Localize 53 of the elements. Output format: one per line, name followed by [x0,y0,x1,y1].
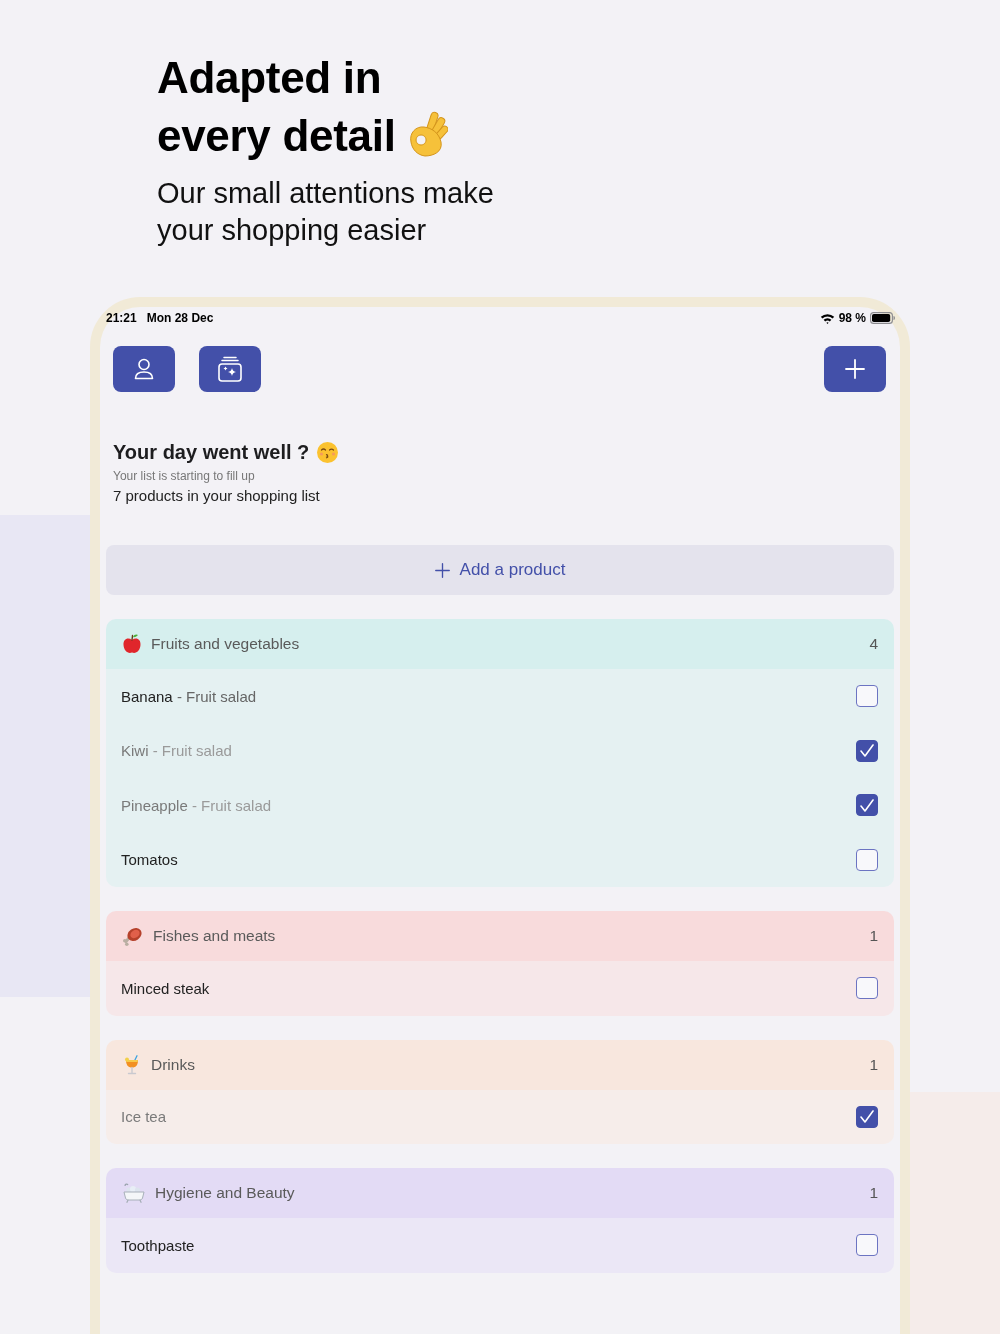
category-header[interactable]: Fruits and vegetables 4 [106,619,894,669]
status-time: 21:21 [106,311,137,325]
person-icon [134,358,154,380]
item-label: Tomatos [121,851,178,869]
category-title: Drinks [151,1055,195,1074]
check-icon [860,798,874,812]
add-product-button[interactable]: Add a product [106,545,894,595]
item-label: Ice tea [121,1108,167,1126]
item-count: 1 [869,1055,878,1074]
wifi-icon [819,312,835,324]
checkbox[interactable] [856,685,878,708]
battery-icon [870,312,895,324]
status-date: Mon 28 Dec [146,311,214,325]
checkbox[interactable] [856,1105,878,1128]
greeting-subtitle: Your list is starting to fill up [113,468,256,484]
sparkle-box-icon [218,356,242,382]
collection-button[interactable] [199,346,261,392]
item-label: Banana - Fruit salad [121,687,257,705]
item-label: Kiwi - Fruit salad [121,742,232,760]
headline-title: Adapted in every detail [157,53,396,160]
profile-button[interactable] [113,346,175,392]
plus-icon [845,359,865,379]
item-count: 1 [869,927,878,945]
product-count-text: 7 products in your shopping list [113,486,321,506]
meat-on-bone-icon [123,926,143,946]
checkbox[interactable] [856,848,878,871]
check-icon [860,744,874,758]
item-label: Pineapple - Fruit salad [121,796,272,814]
checkbox[interactable] [856,1234,878,1257]
category-title: Fruits and vegetables [151,635,300,653]
check-icon [860,1110,874,1124]
battery-percentage: 98 % [838,311,866,325]
category-title: Fishes and meats [153,927,276,945]
category-header[interactable]: Fishes and meats 1 [106,911,894,961]
add-button[interactable] [824,346,886,392]
category-header[interactable]: Hygiene and Beauty 1 [106,1168,894,1218]
headline-subtitle: Our small attentions make your shopping easier [157,176,495,248]
bathtub-icon [123,1183,145,1203]
item-label: Toothpaste [121,1236,195,1254]
category-title: Hygiene and Beauty [155,1184,295,1202]
category-header[interactable]: Drinks 1 [106,1039,894,1090]
checkbox[interactable] [856,977,878,1000]
ok-hand-icon [407,111,448,157]
cocktail-glass-icon [123,1054,141,1075]
kissing-face-icon [317,441,339,463]
item-count: 4 [869,635,878,653]
item-label: Minced steak [121,979,210,997]
checkbox[interactable] [856,739,878,762]
apple-icon [123,634,141,654]
plus-icon [434,562,450,578]
greeting-title: Your day went well ? [113,440,310,465]
checkbox[interactable] [856,794,878,817]
item-count: 1 [869,1184,878,1202]
